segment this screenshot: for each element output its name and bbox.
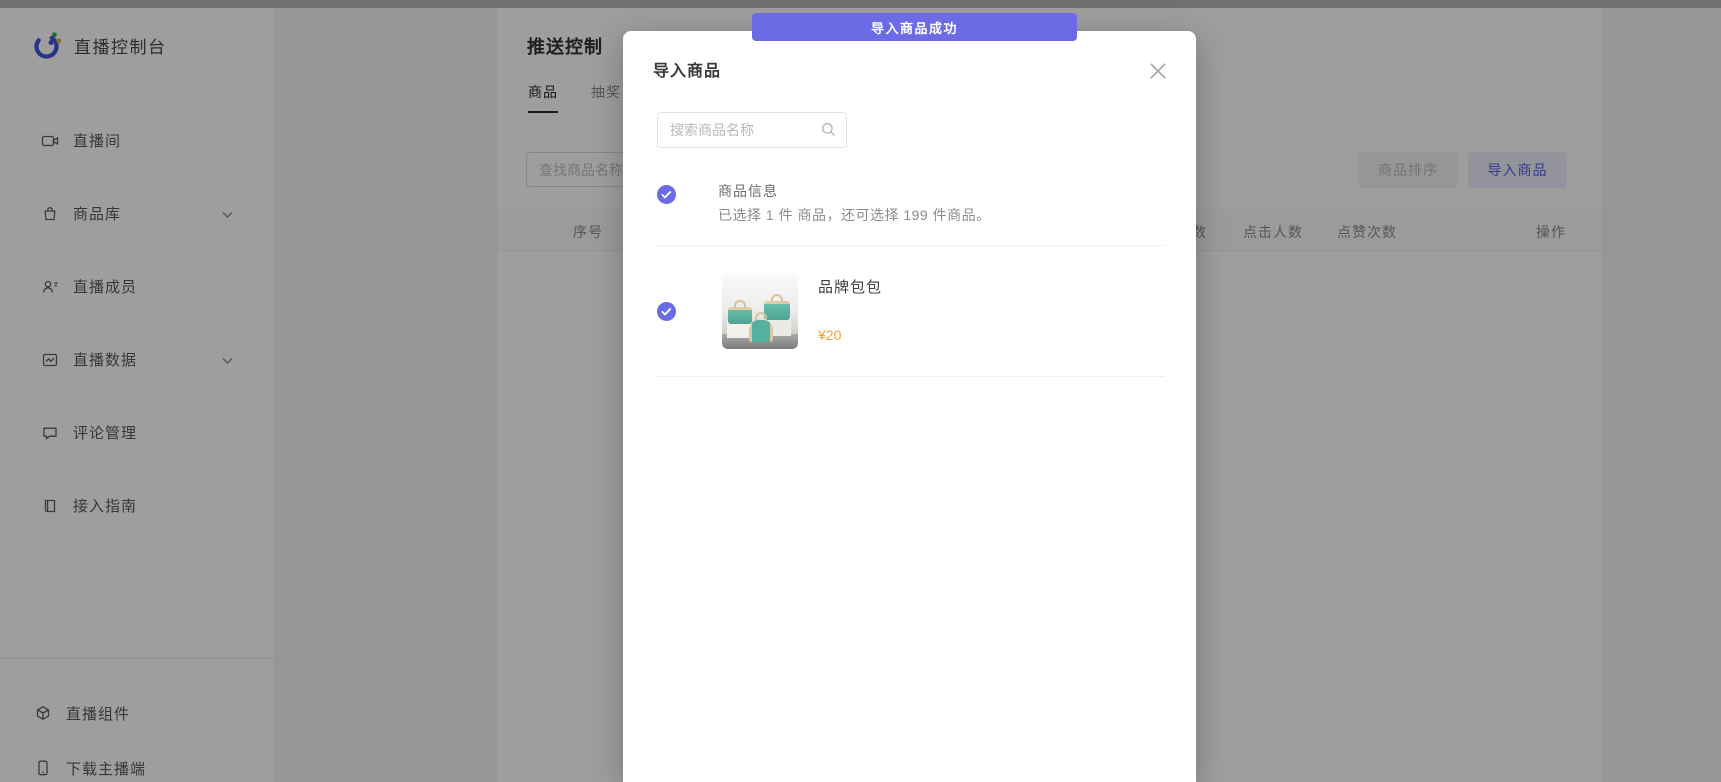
close-icon[interactable] — [1148, 61, 1168, 81]
modal-title: 导入商品 — [653, 57, 721, 81]
product-name: 品牌包包 — [818, 276, 882, 297]
divider — [657, 245, 1165, 246]
section-title: 商品信息 — [718, 181, 778, 201]
product-list-item[interactable]: 品牌包包 ¥20 — [623, 259, 1196, 369]
selection-summary: 已选择 1 件 商品，还可选择 199 件商品。 — [718, 205, 991, 225]
modal-search-field — [657, 112, 847, 148]
toast-message: 导入商品成功 — [871, 18, 958, 37]
success-toast: 导入商品成功 — [752, 13, 1077, 41]
product-image — [722, 273, 798, 349]
modal-search-input[interactable] — [657, 112, 847, 148]
search-icon[interactable] — [820, 121, 838, 139]
select-all-checkbox[interactable] — [657, 185, 676, 204]
product-checkbox[interactable] — [657, 302, 676, 321]
divider — [657, 376, 1165, 377]
import-products-modal: 导入商品 商品信息 已选择 1 件 商品，还可选择 199 件商品。 — [623, 31, 1196, 782]
product-price: ¥20 — [818, 327, 841, 343]
